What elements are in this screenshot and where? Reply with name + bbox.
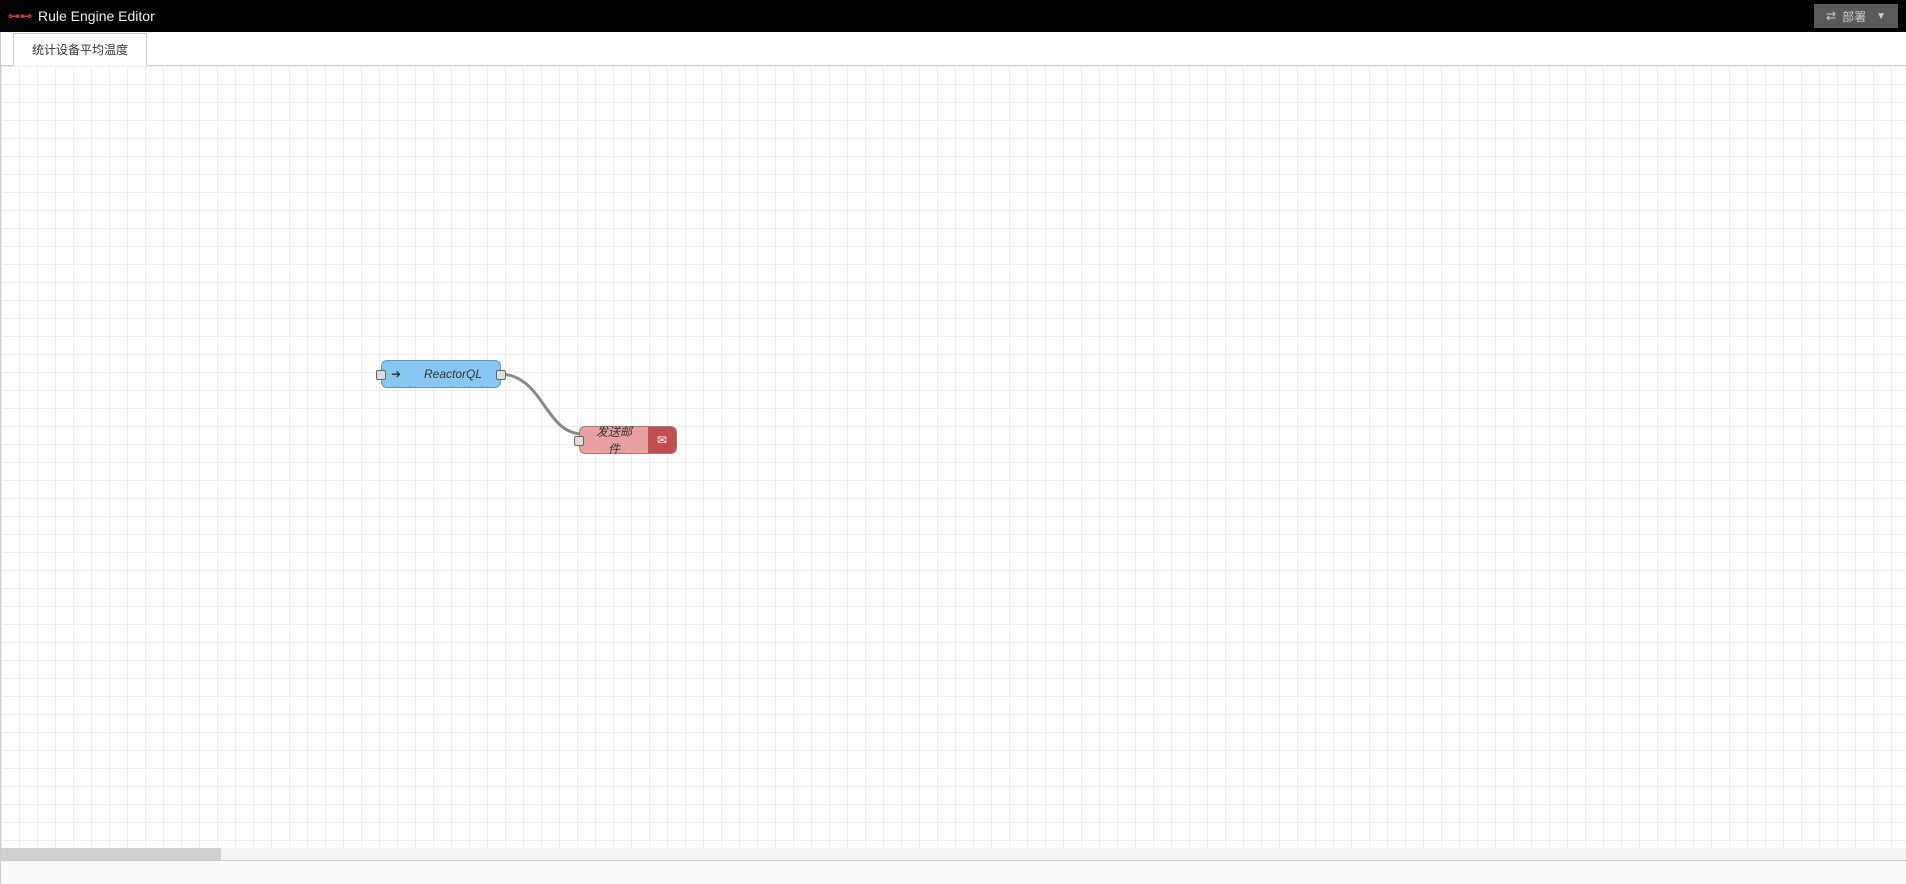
input-port[interactable] [574,436,584,446]
app-title: Rule Engine Editor [38,8,155,24]
reactorql-icon: ➜ [382,361,410,387]
node-label: 发送邮件 [580,423,648,457]
flow-tab[interactable]: 统计设备平均温度 [13,33,147,66]
node-sendmail[interactable]: 发送邮件 ✉ [579,426,677,454]
output-port[interactable] [496,370,506,380]
wire [499,366,589,446]
workspace: 统计设备平均温度 ➜ ReactorQL 发送邮件 ✉ [1,32,1906,884]
deploy-label: 部署 [1842,8,1866,25]
node-label: ReactorQL [410,367,496,381]
deploy-button[interactable]: ⇄ 部署 ▼ [1814,4,1898,28]
logo-icon: ⊶⊷ [8,9,32,23]
input-port[interactable] [376,370,386,380]
deploy-icon: ⇄ [1826,9,1836,23]
flow-tabs: 统计设备平均温度 [1,32,1906,66]
workspace-footer: ⊞ − ○ + [1,860,1906,884]
workspace-hscrollbar[interactable] [1,848,1906,860]
app-header: ⊶⊷ Rule Engine Editor ⇄ 部署 ▼ [0,0,1906,32]
mail-icon: ✉ [648,427,676,453]
app-logo: ⊶⊷ Rule Engine Editor [8,8,155,24]
chevron-down-icon[interactable]: ▼ [1876,11,1886,22]
canvas[interactable]: ➜ ReactorQL 发送邮件 ✉ [1,66,1906,860]
node-reactorql[interactable]: ➜ ReactorQL [381,360,501,388]
canvas-viewport[interactable]: ➜ ReactorQL 发送邮件 ✉ [1,66,1906,860]
